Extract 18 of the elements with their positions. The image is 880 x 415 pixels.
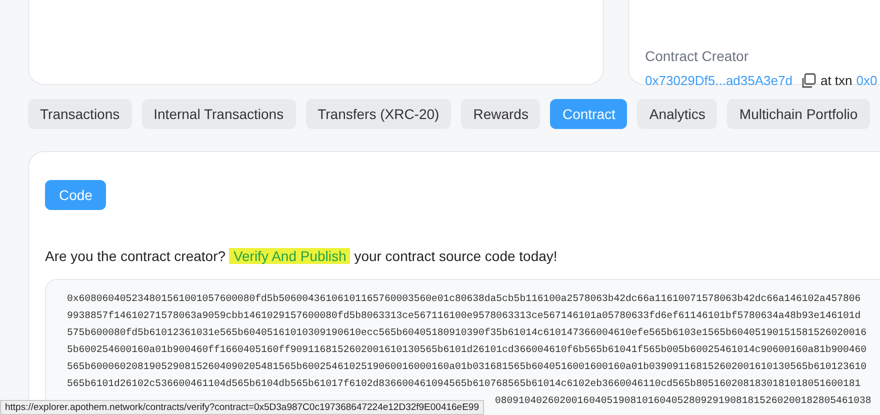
bytecode-line: 565b60006020819052908152604090205481565b6002546102519060016000160a01b031681565b6040516001600160a01b039091168152602001610130565b610123610 bbox=[67, 360, 867, 374]
tab[interactable]: Transfers (XRC-20) bbox=[306, 99, 452, 129]
tab[interactable]: Analytics bbox=[637, 99, 718, 129]
status-bar: https://explorer.apothem.network/contracts/verify?contract=0x5D3a987C0c197368647224e12D32f9E00416eE99 bbox=[0, 400, 484, 415]
bytecode-line: 0809104026020016040519081016040528092919081815260200182805461038 bbox=[495, 394, 872, 408]
verify-prompt: Are you the contract creator? Verify And Publish your contract source code today! bbox=[45, 247, 558, 266]
contract-creator-label: Contract Creator bbox=[645, 47, 748, 66]
at-txn-label: at txn bbox=[820, 72, 852, 90]
bytecode-line: 0x608060405234801561001057600080fd5b50600436106101165760003560e01c80638da5cb5b116100a2578063b42dc66a11610071578063b42dc66a146102a457806 bbox=[67, 292, 861, 306]
tab[interactable]: Transactions bbox=[28, 99, 132, 129]
tab[interactable]: Multichain Portfolio bbox=[727, 99, 870, 129]
bytecode-line: 575b600080fd5b61012361031e565b60405161010309190610ecc565b60405180910390f35b61014c610147366004610efe565b6103e1565b60405190151581526020016 bbox=[67, 326, 867, 340]
bytecode-line: 9938857f14610271578063a9059cbb1461029157600080fd5b8063313ce567116100e9578063313ce567146101a05780633fd6ef61146101bf5780634a48b93e146101d bbox=[67, 309, 861, 323]
tab[interactable]: Internal Transactions bbox=[142, 99, 296, 129]
bytecode-line: 565b6101d26102c536600461104d565b6104db565b61017f6102d836600461094565b610768565b61014c6102eb3660046110cd565b8051602081830181018051600181 bbox=[67, 377, 861, 391]
tab[interactable]: Rewards bbox=[461, 99, 540, 129]
bytecode-line: 5b600254600160a01b900460ff1660405160ff9091168152602001610130565b6101d26101cd366004610f6b565b61041f565b005b60025461014c90600160a81b900460 bbox=[67, 343, 867, 357]
copy-icon[interactable] bbox=[800, 72, 816, 89]
